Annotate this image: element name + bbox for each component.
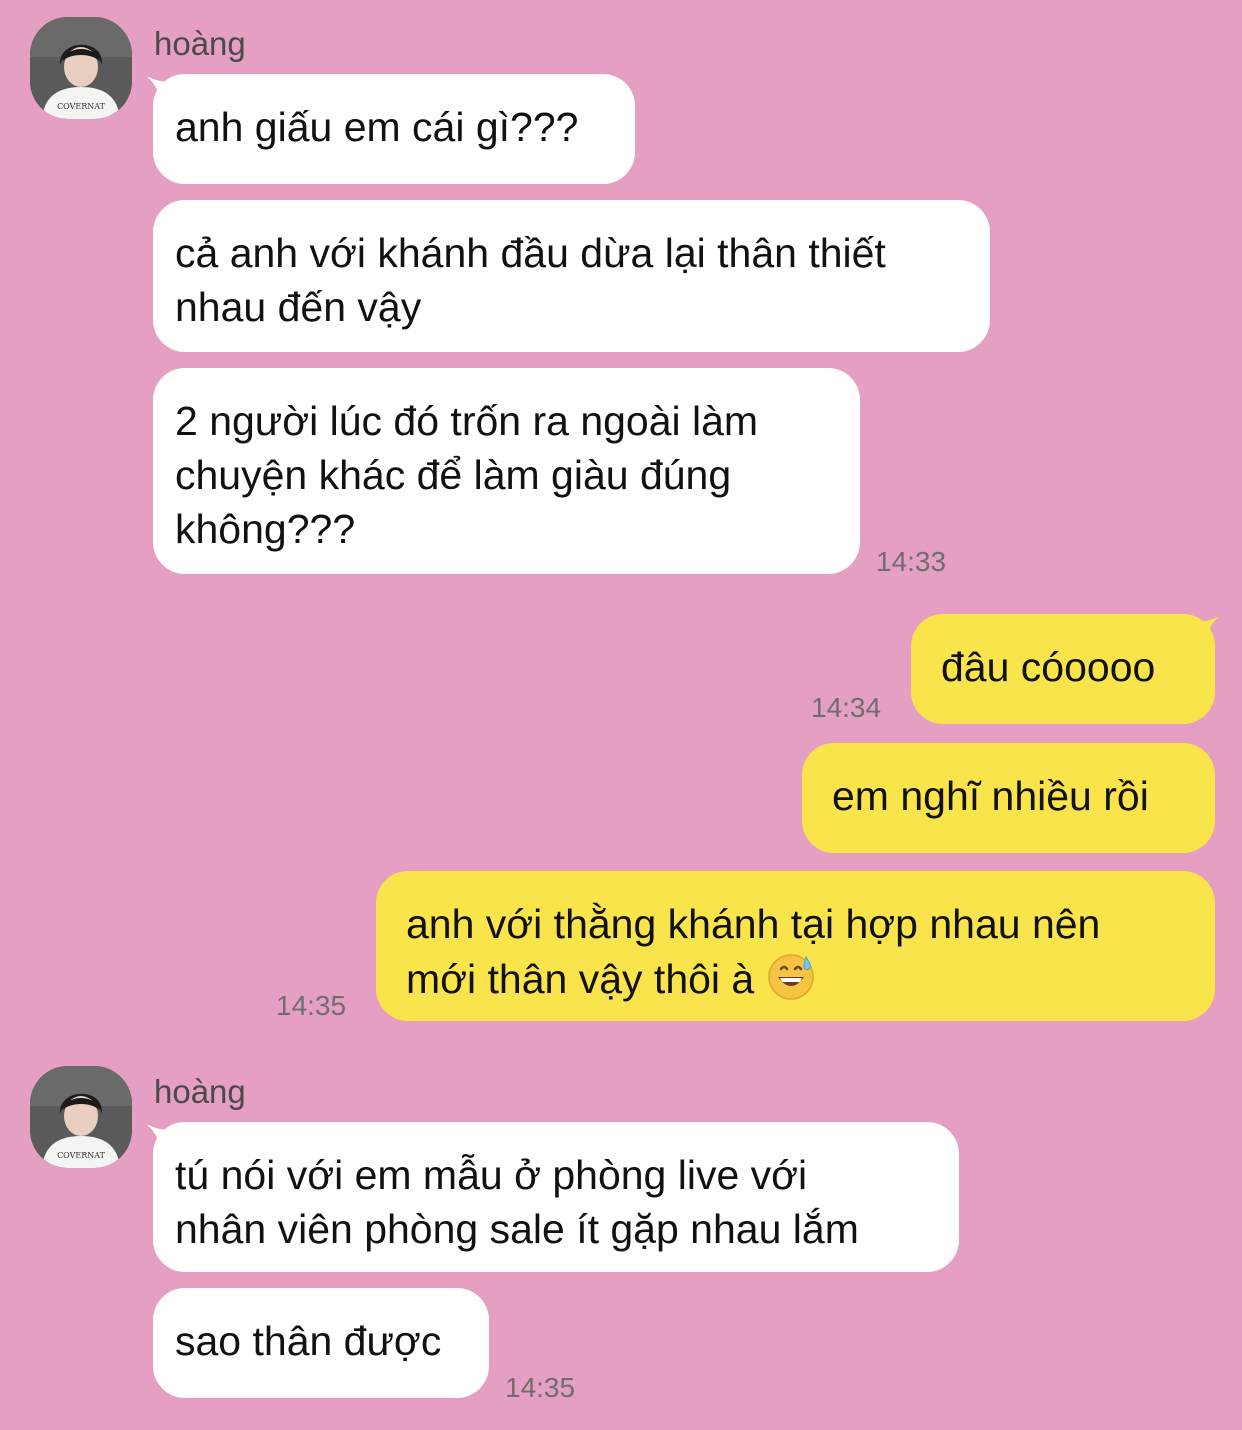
- message-timestamp: 14:35: [276, 990, 347, 1021]
- outgoing-message[interactable]: anh với thằng khánh tại hợp nhau nên mới…: [376, 871, 1215, 1021]
- sender-avatar[interactable]: COVERNAT: [30, 1066, 132, 1168]
- profile-photo-icon: COVERNAT: [30, 17, 132, 119]
- avatar-caption: COVERNAT: [57, 102, 106, 111]
- sender-name: hoàng: [154, 25, 246, 62]
- sender-name: hoàng: [154, 1073, 246, 1110]
- grinning-sweat-emoji: [767, 954, 814, 1000]
- incoming-message[interactable]: 2 người lúc đó trốn ra ngoài làm chuyện …: [153, 368, 860, 574]
- incoming-message[interactable]: sao thân được: [153, 1288, 489, 1398]
- message-timestamp: 14:33: [876, 546, 947, 577]
- avatar-caption: COVERNAT: [57, 1151, 106, 1160]
- message-timestamp: 14:35: [505, 1372, 576, 1403]
- message-text: anh với thằng khánh tại hợp nhau nên mới…: [406, 901, 1101, 1002]
- profile-photo-icon: COVERNAT: [30, 1066, 132, 1168]
- sender-avatar[interactable]: COVERNAT: [30, 17, 132, 119]
- incoming-message[interactable]: anh giấu em cái gì???: [153, 74, 635, 184]
- outgoing-message[interactable]: đâu cóoooo: [911, 614, 1215, 724]
- chat-thread[interactable]: COVERNAT hoàng anh giấu em cái gì??? cả …: [0, 0, 1242, 1430]
- message-timestamp: 14:34: [811, 692, 882, 723]
- bubble-tail: [1196, 616, 1220, 644]
- outgoing-message[interactable]: em nghĩ nhiều rồi: [802, 743, 1215, 853]
- incoming-message[interactable]: tú nói với em mẫu ở phòng live với nhân …: [153, 1122, 959, 1272]
- incoming-message[interactable]: cả anh với khánh đầu dừa lại thân thiết …: [153, 200, 990, 352]
